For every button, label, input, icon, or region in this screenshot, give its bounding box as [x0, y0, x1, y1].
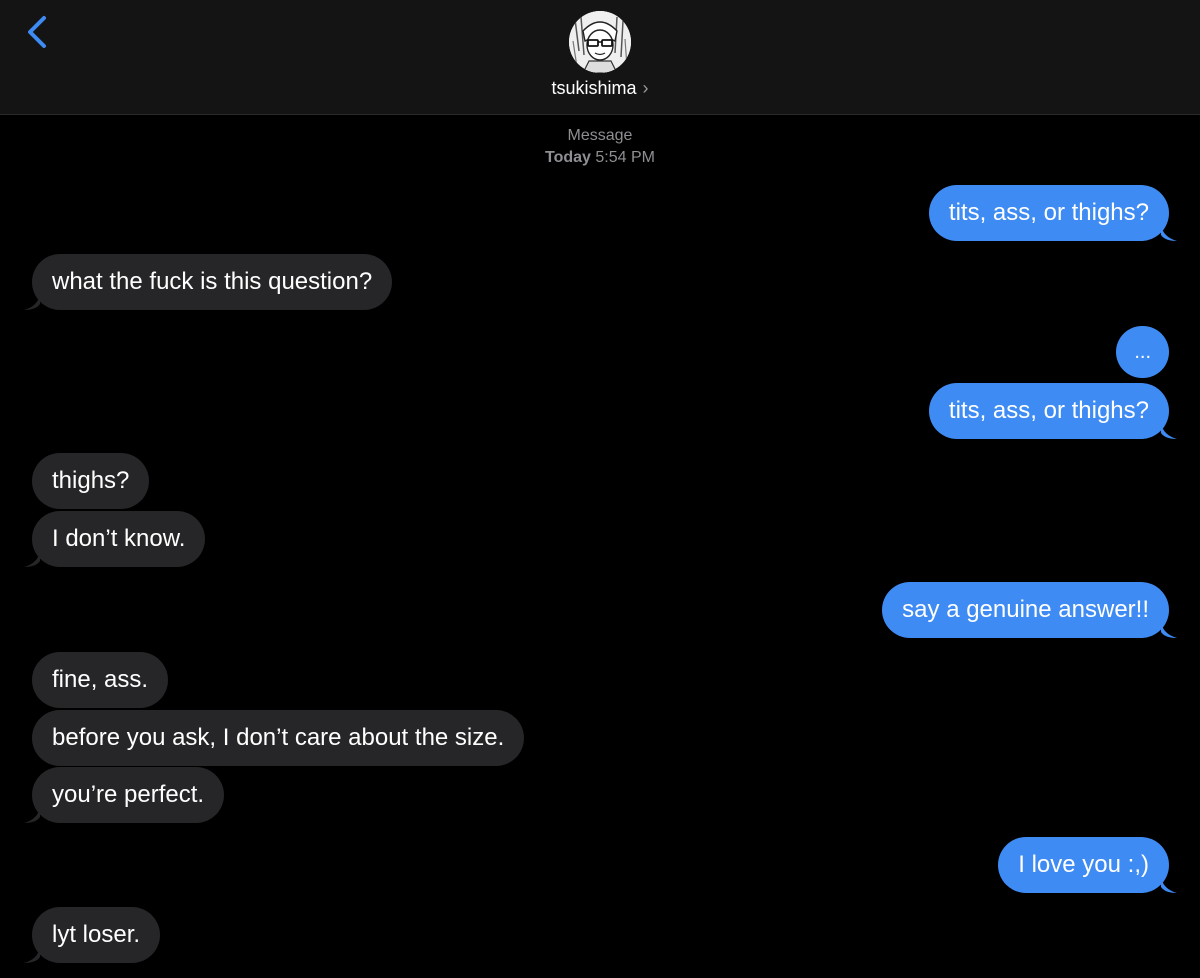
contact-name-button[interactable]: tsukishima ›	[0, 76, 1200, 100]
message-text: tits, ass, or thighs?	[948, 397, 1149, 424]
back-button[interactable]	[20, 14, 54, 54]
message-bubble-sent[interactable]: tits, ass, or thighs?	[928, 383, 1177, 439]
bubble-tail	[24, 294, 40, 310]
message-text: before you ask, I don’t care about the s…	[52, 724, 505, 751]
bubble-tail	[24, 551, 40, 567]
chevron-right-icon: ›	[642, 77, 649, 98]
bubble-tail	[24, 807, 40, 823]
message-text: you’re perfect.	[52, 781, 205, 808]
timestamp-time: 5:54 PM	[595, 149, 655, 166]
message-text: what the fuck is this question?	[52, 268, 373, 295]
message-bubble-received[interactable]: before you ask, I don’t care about the s…	[32, 710, 525, 766]
timestamp-day: Today	[545, 149, 591, 166]
bubble-tail	[24, 947, 40, 963]
message-text: thighs?	[52, 467, 130, 494]
message-bubble-received[interactable]: lyt loser.	[24, 907, 161, 963]
message-bubble-received[interactable]: fine, ass.	[32, 652, 169, 708]
contact-name: tsukishima	[551, 77, 637, 98]
bubble-tail	[1161, 225, 1177, 241]
service-label: Message	[567, 127, 633, 144]
timestamp: Today 5:54 PM	[0, 149, 1200, 167]
conversation-header: tsukishima ›	[0, 0, 1200, 115]
message-text: fine, ass.	[52, 666, 149, 693]
bubble-tail	[1161, 423, 1177, 439]
message-bubble-sent[interactable]: I love you :,)	[998, 837, 1177, 893]
message-bubble-sent[interactable]: say a genuine answer!!	[882, 582, 1177, 638]
bubble-tail	[1161, 622, 1177, 638]
contact-avatar[interactable]	[569, 11, 631, 73]
message-bubble-received[interactable]: thighs?	[32, 453, 150, 509]
chevron-left-icon	[28, 16, 46, 48]
message-text: lyt loser.	[52, 921, 141, 948]
message-text: tits, ass, or thighs?	[948, 199, 1149, 226]
message-bubble-sent[interactable]: tits, ass, or thighs?	[928, 185, 1177, 241]
message-text: I love you :,)	[1018, 851, 1149, 878]
bubble-tail	[1161, 877, 1177, 893]
message-bubble-sent[interactable]: ...	[1116, 326, 1169, 378]
message-bubble-received[interactable]: I don’t know.	[24, 511, 206, 567]
message-text: say a genuine answer!!	[902, 596, 1149, 623]
message-bubble-received[interactable]: what the fuck is this question?	[24, 254, 393, 310]
message-text: ...	[1134, 340, 1151, 363]
message-bubble-received[interactable]: you’re perfect.	[24, 767, 225, 823]
message-text: I don’t know.	[52, 525, 186, 552]
